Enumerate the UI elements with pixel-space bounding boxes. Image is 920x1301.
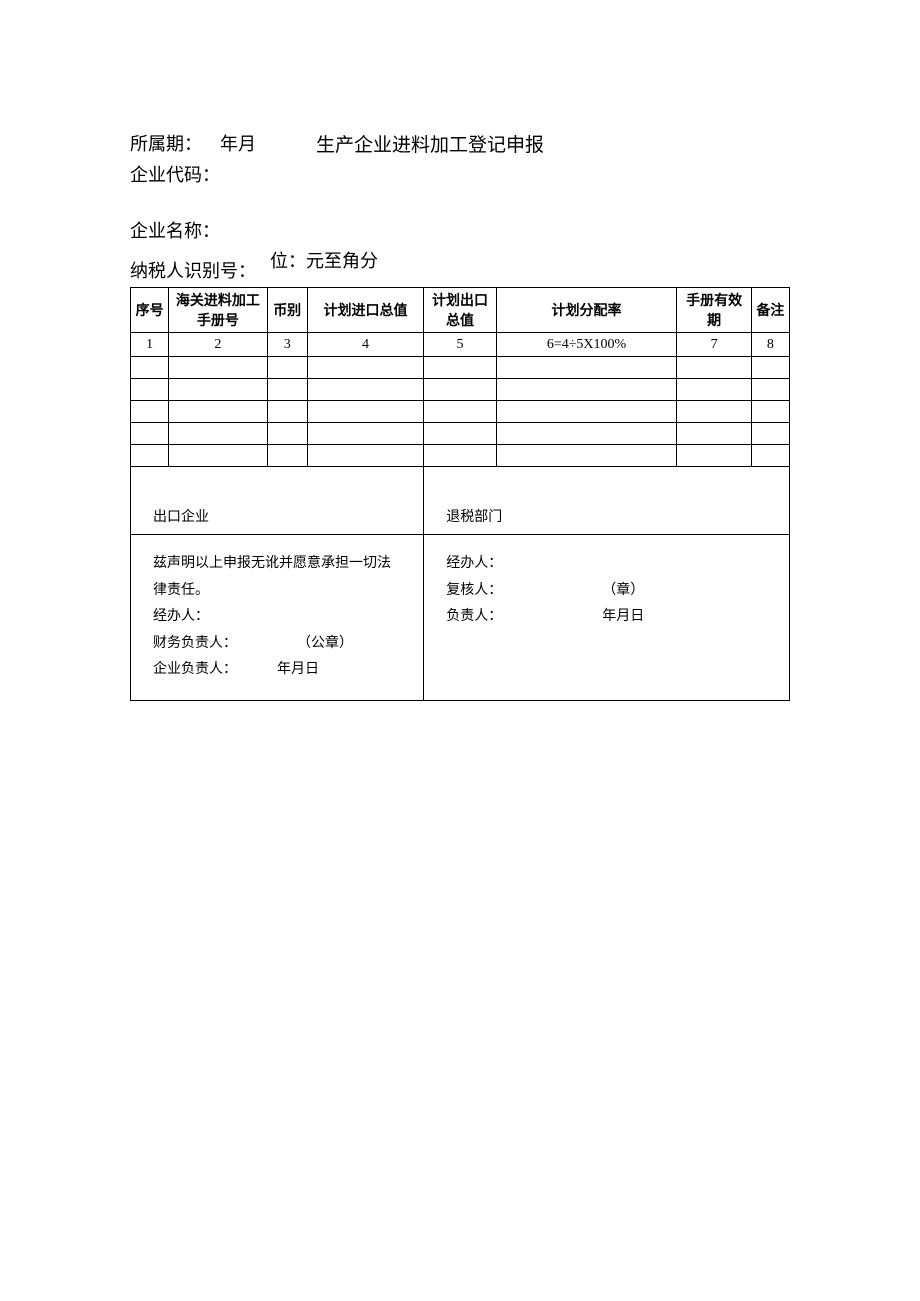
left-company-head: 企业负责人： bbox=[153, 662, 237, 677]
th-valid: 手册有效期 bbox=[677, 288, 751, 333]
num-1: 1 bbox=[131, 333, 169, 357]
data-row-5 bbox=[131, 445, 790, 467]
main-table: 序号 海关进料加工手册号 币别 计划进口总值 计划出口总值 计划分配率 手册有效… bbox=[130, 287, 790, 701]
number-row: 1 2 3 4 5 6=4÷5X100% 7 8 bbox=[131, 333, 790, 357]
right-head: 负责人： bbox=[446, 609, 502, 624]
right-stamp: （章） bbox=[602, 583, 644, 598]
data-row-1 bbox=[131, 357, 790, 379]
num-7: 7 bbox=[677, 333, 751, 357]
left-finance: 财务负责人： bbox=[153, 636, 237, 651]
declaration-text: 兹声明以上申报无讹并愿意承担一切法律责任。 bbox=[153, 551, 401, 604]
th-import: 计划进口总值 bbox=[307, 288, 424, 333]
footer-title-row: 出口企业 退税部门 bbox=[131, 467, 790, 535]
company-code-label: 企业代码： bbox=[130, 161, 810, 187]
right-reviewer-row: 复核人： （章） bbox=[446, 578, 767, 605]
data-row-4 bbox=[131, 423, 790, 445]
period-label-text: 所属期： bbox=[130, 134, 202, 154]
left-finance-row: 财务负责人： （公章） bbox=[153, 631, 401, 658]
period-value: 年月 bbox=[220, 134, 256, 154]
num-4: 4 bbox=[307, 333, 424, 357]
export-company-cell: 出口企业 bbox=[131, 467, 424, 535]
company-name-label: 企业名称： bbox=[130, 217, 810, 243]
left-date: 年月日 bbox=[277, 662, 319, 677]
period-label: 所属期： 年月 bbox=[130, 130, 256, 157]
data-row-3 bbox=[131, 401, 790, 423]
left-head-row: 企业负责人： 年月日 bbox=[153, 657, 401, 684]
right-date: 年月日 bbox=[602, 609, 644, 624]
th-export: 计划出口总值 bbox=[424, 288, 496, 333]
th-seq: 序号 bbox=[131, 288, 169, 333]
left-stamp: （公章） bbox=[297, 636, 353, 651]
num-3: 3 bbox=[267, 333, 307, 357]
th-rate: 计划分配率 bbox=[496, 288, 677, 333]
right-handler: 经办人： bbox=[446, 551, 767, 578]
th-currency: 币别 bbox=[267, 288, 307, 333]
th-manual: 海关进料加工手册号 bbox=[169, 288, 267, 333]
num-8: 8 bbox=[751, 333, 789, 357]
tax-dept-cell: 退税部门 bbox=[424, 467, 790, 535]
unit-label: 位：元至角分 bbox=[270, 247, 378, 273]
spacer bbox=[130, 191, 810, 217]
right-head-row: 负责人： 年月日 bbox=[446, 604, 767, 631]
th-remark: 备注 bbox=[751, 288, 789, 333]
tax-dept-content: 经办人： 复核人： （章） 负责人： 年月日 bbox=[424, 535, 790, 701]
left-handler: 经办人： bbox=[153, 604, 401, 631]
export-company-content: 兹声明以上申报无讹并愿意承担一切法律责任。 经办人： 财务负责人： （公章） 企业… bbox=[131, 535, 424, 701]
data-row-2 bbox=[131, 379, 790, 401]
num-5: 5 bbox=[424, 333, 496, 357]
num-2: 2 bbox=[169, 333, 267, 357]
right-reviewer: 复核人： bbox=[446, 583, 502, 598]
taxid-label: 纳税人识别号： bbox=[130, 257, 810, 283]
footer-content-row: 兹声明以上申报无讹并愿意承担一切法律责任。 经办人： 财务负责人： （公章） 企业… bbox=[131, 535, 790, 701]
export-company-label: 出口企业 bbox=[153, 510, 209, 525]
tax-dept-label: 退税部门 bbox=[446, 510, 502, 525]
document-container: 所属期： 年月 生产企业进料加工登记申报 企业代码： 企业名称： 位：元至角分 … bbox=[130, 130, 810, 701]
header-row: 所属期： 年月 生产企业进料加工登记申报 bbox=[130, 130, 810, 157]
document-title: 生产企业进料加工登记申报 bbox=[316, 130, 544, 157]
num-6: 6=4÷5X100% bbox=[496, 333, 677, 357]
